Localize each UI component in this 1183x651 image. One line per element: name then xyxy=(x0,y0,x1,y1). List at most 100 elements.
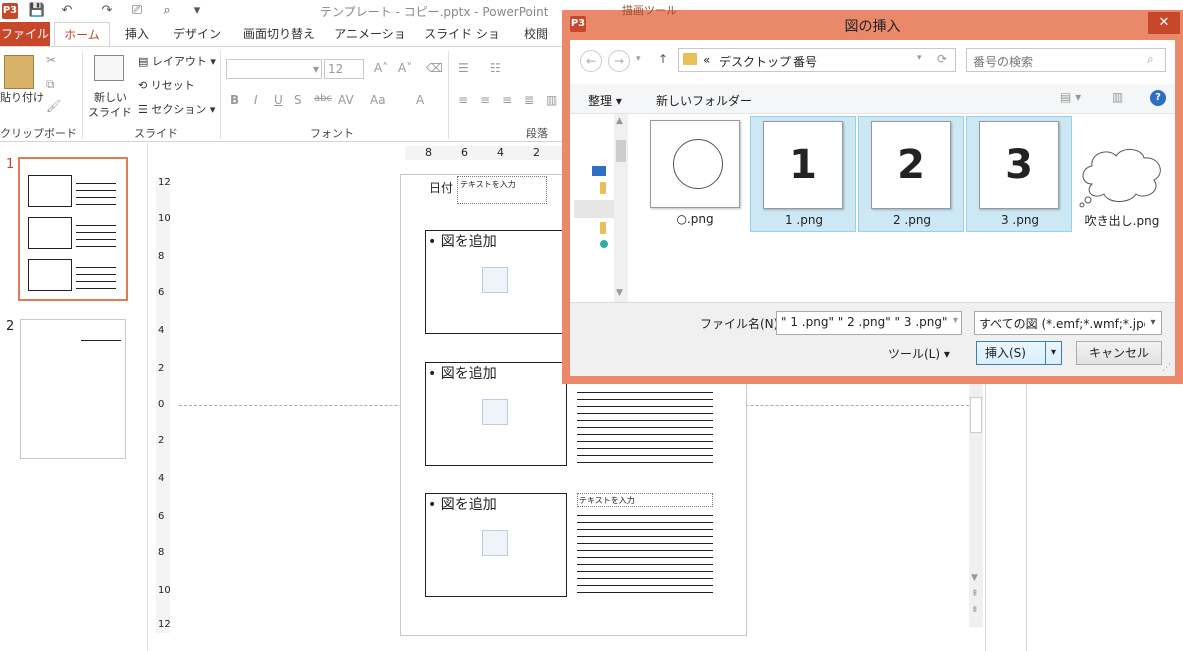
file-type-select[interactable]: すべての図 (*.emf;*.wmf;*.jpg ▾ xyxy=(974,311,1162,335)
address-bar[interactable]: « デスクトップ › 番号 ▾ ⟳ xyxy=(678,48,956,72)
save-icon[interactable]: 💾 xyxy=(28,2,46,20)
cancel-button[interactable]: キャンセル xyxy=(1076,341,1162,365)
back-icon[interactable]: ← xyxy=(580,50,602,72)
help-icon[interactable]: ? xyxy=(1150,90,1166,106)
nav-selected-item[interactable] xyxy=(574,200,614,218)
tab-review[interactable]: 校閲 xyxy=(514,22,558,46)
scroll-thumb[interactable] xyxy=(970,397,982,433)
print-preview-icon[interactable]: ⌕ xyxy=(158,2,176,20)
insert-picture-icon[interactable] xyxy=(482,530,508,556)
breadcrumb-folder[interactable]: 番号 xyxy=(793,53,817,70)
folder-icon[interactable] xyxy=(600,222,606,234)
tab-design[interactable]: デザイン xyxy=(168,22,226,46)
italic-icon[interactable]: I xyxy=(254,93,258,107)
refresh-icon[interactable]: ⟳ xyxy=(937,52,947,66)
customize-icon[interactable]: ▾ xyxy=(188,2,206,20)
file-item[interactable]: 2 2 .png xyxy=(858,116,964,232)
file-item[interactable]: ○.png xyxy=(648,118,742,230)
picture-placeholder-3[interactable]: • 図を追加 xyxy=(425,493,567,597)
text-placeholder[interactable]: テキストを入力 xyxy=(457,176,547,204)
new-folder-button[interactable]: 新しいフォルダー xyxy=(656,92,752,109)
strikethrough-icon[interactable]: abc xyxy=(314,93,332,104)
breadcrumb-desktop[interactable]: デスクトップ xyxy=(719,53,791,70)
section-button[interactable]: ☰ セクション ▾ xyxy=(138,101,215,117)
reset-button[interactable]: ⟲ リセット xyxy=(138,77,195,93)
previous-slide-icon[interactable]: ⇞ xyxy=(971,589,979,599)
filename-input[interactable]: " 1 .png" " 2 .png" " 3 .png" ▾ xyxy=(776,311,962,335)
up-icon[interactable]: ↑ xyxy=(658,52,668,66)
font-color-icon[interactable]: A xyxy=(416,93,424,107)
resize-grip-icon[interactable]: ⋰ xyxy=(1162,363,1171,373)
search-input[interactable]: 番号の検索 xyxy=(973,53,1033,70)
char-spacing-icon[interactable]: AV xyxy=(338,93,354,107)
tab-file[interactable]: ファイル xyxy=(0,22,50,46)
network-icon[interactable] xyxy=(600,240,608,248)
shrink-font-icon[interactable]: A˅ xyxy=(398,61,412,75)
ruled-text-area[interactable] xyxy=(577,509,713,597)
scroll-thumb[interactable] xyxy=(616,140,626,162)
columns-icon[interactable]: ▥ xyxy=(546,93,557,107)
bullets-icon[interactable]: ☰ xyxy=(458,61,469,75)
navigation-pane[interactable]: ▲ ▼ xyxy=(570,114,628,302)
picture-placeholder-2[interactable]: • 図を追加 xyxy=(425,362,567,466)
chevron-down-icon[interactable]: ▾ xyxy=(917,53,922,63)
align-right-icon[interactable]: ≡ xyxy=(502,93,512,107)
tab-transitions[interactable]: 画面切り替え xyxy=(236,22,322,46)
close-icon[interactable]: ✕ xyxy=(1148,12,1180,34)
scroll-down-icon[interactable]: ▼ xyxy=(971,573,978,583)
picture-placeholder-1[interactable]: • 図を追加 xyxy=(425,230,567,334)
search-icon[interactable]: ⌕ xyxy=(1147,52,1154,67)
undo-icon[interactable]: ↶ xyxy=(58,2,76,20)
chevron-down-icon[interactable]: ▾ xyxy=(1045,342,1061,364)
copy-icon[interactable]: ⧉ xyxy=(46,77,55,92)
underline-icon[interactable]: U xyxy=(274,93,283,107)
organize-button[interactable]: 整理 ▾ xyxy=(588,92,622,109)
layout-button[interactable]: ▤ レイアウト ▾ xyxy=(138,53,216,69)
align-left-icon[interactable]: ≡ xyxy=(458,93,468,107)
shadow-icon[interactable]: S xyxy=(294,93,302,107)
bold-icon[interactable]: B xyxy=(230,93,239,107)
insert-button[interactable]: 挿入(S) ▾ xyxy=(976,341,1062,365)
file-item[interactable]: 3 3 .png xyxy=(966,116,1072,232)
tools-button[interactable]: ツール(L) ▾ xyxy=(888,345,950,362)
format-painter-icon[interactable]: 🖌 xyxy=(46,99,61,113)
grow-font-icon[interactable]: A˄ xyxy=(374,61,388,75)
paste-label[interactable]: 貼り付け xyxy=(0,89,44,105)
nav-scrollbar[interactable]: ▲ ▼ xyxy=(614,114,628,302)
redo-icon[interactable]: ↷ xyxy=(98,2,116,20)
search-box[interactable]: 番号の検索 ⌕ xyxy=(966,48,1166,72)
tab-slideshow[interactable]: スライド ショー xyxy=(420,22,504,65)
tab-home[interactable]: ホーム xyxy=(54,22,110,46)
insert-picture-icon[interactable] xyxy=(482,267,508,293)
paste-icon[interactable] xyxy=(4,55,34,89)
recent-locations-icon[interactable]: ▾ xyxy=(636,54,641,64)
file-item[interactable]: 1 1 .png xyxy=(750,116,856,232)
folder-icon[interactable] xyxy=(600,182,606,194)
insert-picture-icon[interactable] xyxy=(482,399,508,425)
desktop-icon[interactable] xyxy=(592,166,606,176)
tab-animations[interactable]: アニメーション xyxy=(330,22,410,65)
new-slide-icon[interactable] xyxy=(94,55,124,81)
forward-icon[interactable]: → xyxy=(608,50,630,72)
scroll-down-icon[interactable]: ▼ xyxy=(616,288,623,298)
ruled-text-area[interactable] xyxy=(577,386,713,464)
preview-pane-icon[interactable]: ▥ xyxy=(1112,90,1123,104)
change-case-icon[interactable]: Aa xyxy=(370,93,386,107)
justify-icon[interactable]: ≣ xyxy=(524,93,534,107)
new-slide-label-1[interactable]: 新しい xyxy=(94,89,127,105)
path-overflow[interactable]: « xyxy=(703,53,710,67)
tab-insert[interactable]: 挿入 xyxy=(115,22,159,46)
file-item[interactable]: 吹き出し.png xyxy=(1076,118,1168,230)
font-name-combo[interactable]: ▾ xyxy=(226,59,322,79)
slideshow-start-icon[interactable]: ⎚ xyxy=(128,2,146,20)
text-placeholder[interactable]: テキストを入力 xyxy=(577,493,713,507)
slide-thumbnail-1[interactable] xyxy=(18,157,128,301)
vertical-scrollbar[interactable]: ▼ ⇞ ⇟ xyxy=(969,377,983,627)
view-options-icon[interactable]: ▤ ▾ xyxy=(1060,90,1081,104)
new-slide-label-2[interactable]: スライド xyxy=(88,104,132,120)
numbering-icon[interactable]: ☷ xyxy=(490,61,501,75)
scroll-up-icon[interactable]: ▲ xyxy=(616,116,623,126)
next-slide-icon[interactable]: ⇟ xyxy=(971,605,979,615)
slide-thumbnail-2[interactable] xyxy=(20,319,126,459)
font-size-combo[interactable]: 12 xyxy=(324,59,364,79)
